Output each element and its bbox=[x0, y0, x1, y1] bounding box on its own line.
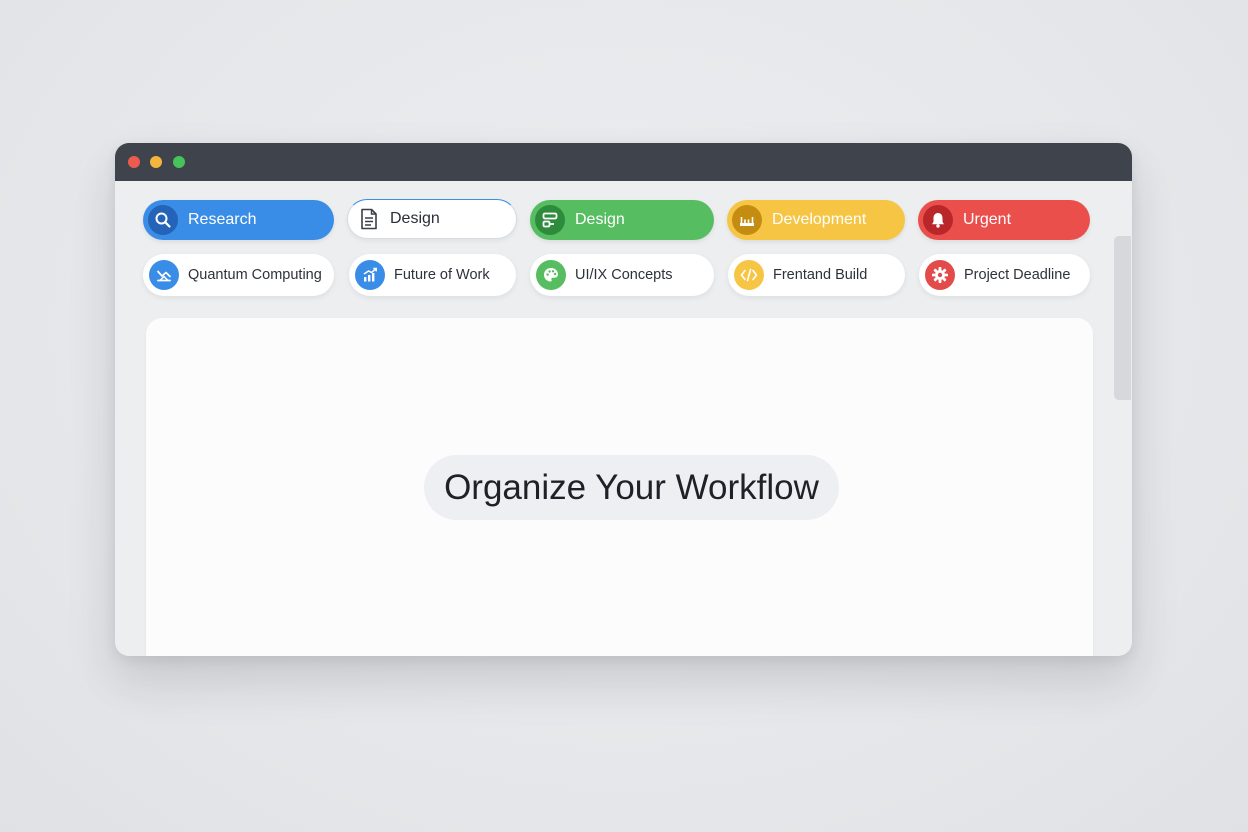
minimize-window-button[interactable] bbox=[150, 156, 162, 168]
growth-chart-icon bbox=[355, 260, 385, 290]
chip-quantum-computing[interactable]: Quantum Computing bbox=[143, 254, 334, 296]
tag-label: Development bbox=[772, 211, 867, 228]
chip-frentand-build[interactable]: Frentand Build bbox=[728, 254, 905, 296]
app-window: Research Design Design Development Urgen… bbox=[115, 143, 1132, 656]
main-content-panel: Organize Your Workflow bbox=[146, 318, 1093, 656]
tag-design-document[interactable]: Design bbox=[347, 199, 517, 239]
tag-label: Design bbox=[390, 210, 440, 227]
chip-ui-ix-concepts[interactable]: UI/IX Concepts bbox=[530, 254, 714, 296]
title-bar bbox=[115, 143, 1132, 181]
satellite-icon bbox=[149, 260, 179, 290]
close-window-button[interactable] bbox=[128, 156, 140, 168]
scrollbar-thumb[interactable] bbox=[1114, 236, 1131, 400]
palette-icon bbox=[536, 260, 566, 290]
ruler-icon bbox=[732, 205, 762, 235]
chip-label: Project Deadline bbox=[964, 267, 1071, 283]
tag-label: Urgent bbox=[963, 211, 1012, 228]
search-icon bbox=[148, 205, 178, 235]
chip-project-deadline[interactable]: Project Deadline bbox=[919, 254, 1090, 296]
gear-icon bbox=[925, 260, 955, 290]
tag-label: Research bbox=[188, 211, 257, 228]
headline: Organize Your Workflow bbox=[424, 455, 839, 520]
desktop-background: Research Design Design Development Urgen… bbox=[0, 0, 1248, 832]
document-icon bbox=[354, 204, 384, 234]
maximize-window-button[interactable] bbox=[173, 156, 185, 168]
bell-icon bbox=[923, 205, 953, 235]
tag-urgent[interactable]: Urgent bbox=[918, 200, 1090, 240]
chip-label: Quantum Computing bbox=[188, 267, 322, 283]
chip-label: Frentand Build bbox=[773, 267, 868, 283]
shapes-icon bbox=[535, 205, 565, 235]
chip-future-of-work[interactable]: Future of Work bbox=[349, 254, 516, 296]
tag-label: Design bbox=[575, 211, 625, 228]
chip-label: Future of Work bbox=[394, 267, 490, 283]
tag-design[interactable]: Design bbox=[530, 200, 714, 240]
chip-label: UI/IX Concepts bbox=[575, 267, 673, 283]
tag-development[interactable]: Development bbox=[727, 200, 905, 240]
vertical-scrollbar[interactable] bbox=[1114, 236, 1132, 400]
code-icon bbox=[734, 260, 764, 290]
tag-research[interactable]: Research bbox=[143, 200, 334, 240]
